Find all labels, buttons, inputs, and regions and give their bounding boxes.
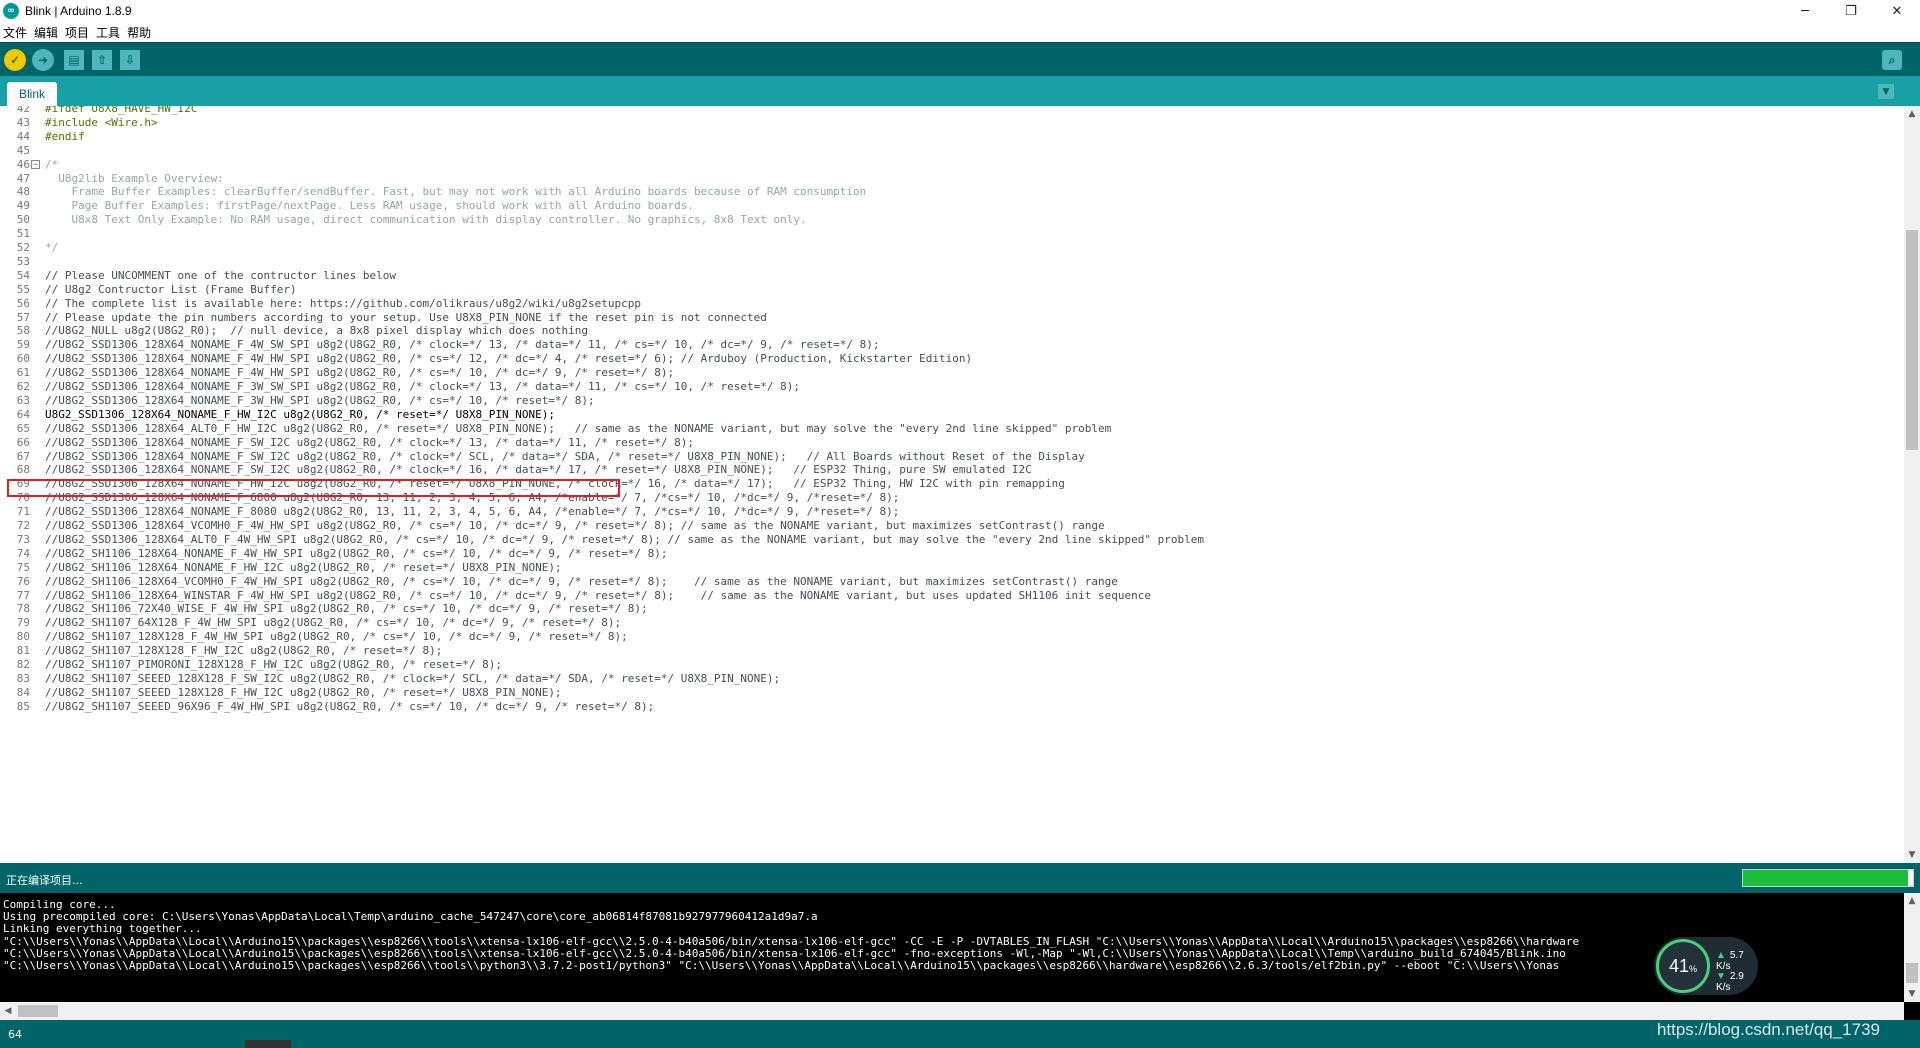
menu-tools[interactable]: 工具 [93,24,124,41]
download-speed-unit: K/s [1716,982,1731,993]
chevron-down-icon[interactable]: ▼ [1878,84,1894,99]
arrow-right-icon[interactable]: ➜ [32,49,54,71]
window-controls: ─ ❐ ✕ [1782,0,1920,22]
scroll-up-icon[interactable]: ▲ [1904,893,1920,909]
close-icon[interactable]: ✕ [1874,0,1920,22]
status-bar: 正在编译项目... [0,863,1920,893]
toolbar: ✓ ➜ ▤ ⇧ ⇩ ⌕ [0,42,1920,76]
menu-sketch[interactable]: 项目 [62,24,93,41]
menu-edit[interactable]: 编辑 [31,24,62,41]
code-line: 85 //U8G2_SH1107_SEEED_96X96_F_4W_HW_SPI … [0,698,1904,715]
minimize-icon[interactable]: ─ [1782,0,1828,22]
current-line-number: 64 [8,1028,22,1041]
footer-scroll-nub [245,1040,291,1048]
menu-bar: 文件 编辑 项目 工具 帮助 [0,22,1920,42]
highlight-box [7,479,620,497]
upload-arrow-icon: ▲ [1716,950,1726,961]
scroll-down-icon[interactable]: ▼ [1904,847,1920,863]
upload-arrow-icon[interactable]: ⇧ [92,50,112,70]
arduino-logo-icon: ∞ [3,3,19,19]
tab-blink[interactable]: Blink [7,82,57,106]
title-bar: ∞ Blink | Arduino 1.8.9 ─ ❐ ✕ [0,0,1920,22]
download-arrow-icon: ▼ [1716,971,1726,982]
watermark-text: https://blog.csdn.net/qq_1739 [1656,1020,1880,1039]
window-title: Blink | Arduino 1.8.9 [25,4,132,18]
footer-bar: 64 https://blog.csdn.net/qq_1739 [0,1020,1920,1048]
status-message: 正在编译项目... [6,874,83,887]
serial-monitor-icon[interactable]: ⌕ [1882,50,1902,70]
scroll-left-icon[interactable]: ◀ [0,1002,16,1020]
network-speed-widget[interactable]: 41% ▲ 5.7 K/s ▼ 2.9 K/s [1654,937,1758,995]
check-icon[interactable]: ✓ [4,49,26,71]
cpu-usage-gauge: 41% [1656,939,1710,993]
percent-sign: % [1689,964,1698,974]
line-number: 85 [16,699,30,713]
console-line: "C:\\Users\\Yonas\\AppData\\Local\\Ardui… [3,959,1560,972]
code-text: //U8G2_SH1107_SEEED_96X96_F_4W_HW_SPI u8… [45,699,655,713]
console-scroll-thumb[interactable] [1906,963,1918,983]
console-hscroll-thumb[interactable] [18,1005,58,1017]
editor-scroll-thumb[interactable] [1906,230,1918,450]
maximize-icon[interactable]: ❐ [1828,0,1874,22]
scroll-down-icon[interactable]: ▼ [1904,986,1920,1002]
upload-speed-value: 5.7 [1729,950,1744,961]
fold-toggle-icon[interactable]: − [31,159,40,169]
tab-strip: Blink ▼ [0,76,1920,106]
menu-help[interactable]: 帮助 [124,24,155,41]
compile-progress-bar [1742,869,1914,887]
download-speed-value: 2.9 [1729,971,1744,982]
download-arrow-icon[interactable]: ⇩ [120,50,140,70]
progress-fill [1743,870,1908,886]
menu-file[interactable]: 文件 [0,24,31,41]
scroll-up-icon[interactable]: ▲ [1904,106,1920,122]
console-horizontal-scrollbar[interactable]: ◀ [0,1002,1904,1020]
cpu-percent: 41 [1668,955,1689,976]
code-editor[interactable]: 42 #ifdef U8X8_HAVE_HW_I2C 43 #include <Wir… [0,106,1904,853]
console-vertical-scrollbar[interactable]: ▲ ▼ [1904,893,1920,1002]
download-speed: ▼ 2.9 K/s [1716,971,1758,993]
upload-speed: ▲ 5.7 K/s [1716,950,1758,972]
new-file-icon[interactable]: ▤ [64,50,84,70]
editor-vertical-scrollbar[interactable]: ▲ ▼ [1904,106,1920,863]
